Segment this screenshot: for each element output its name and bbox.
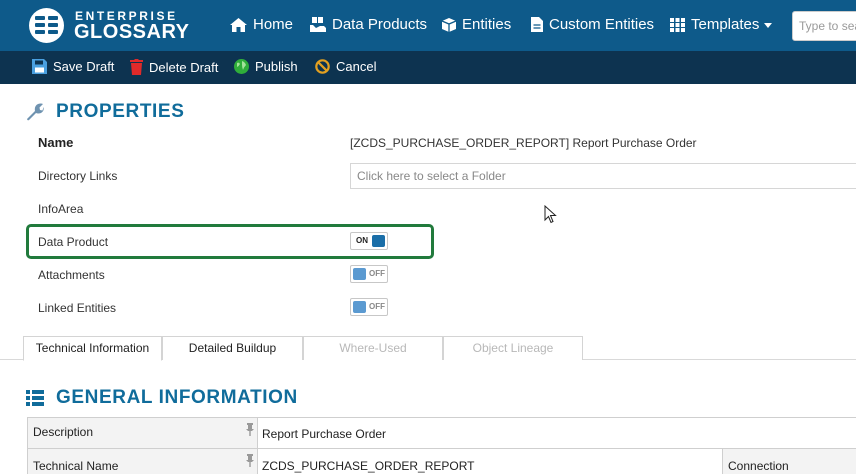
logo-mark-icon [29,8,64,43]
attachments-toggle[interactable]: OFF [350,265,388,283]
attachments-toggle-text: OFF [369,269,385,278]
directory-folder-picker[interactable]: Click here to select a Folder [350,163,856,189]
linked-entities-toggle[interactable]: OFF [350,298,388,316]
nav-custom-entities-label: Custom Entities [549,16,655,33]
attachments-label: Attachments [38,268,105,282]
enterprise-glossary-logo[interactable]: ENTERPRISE GLOSSARY [29,8,189,44]
save-draft-label: Save Draft [53,59,115,74]
data-product-label: Data Product [38,235,109,249]
technical-name-label: Technical Name [33,459,119,473]
publish-button[interactable]: Publish [234,59,298,74]
pin-icon[interactable] [246,454,254,467]
tab-object-lineage: Object Lineage [443,336,583,360]
publish-label: Publish [255,59,298,74]
nav-data-products-label: Data Products [332,16,428,33]
floppy-disk-icon [32,59,47,74]
nav-entities[interactable]: Entities [442,16,511,33]
nav-custom-entities[interactable]: Custom Entities [531,16,654,33]
name-label: Name [38,135,74,150]
description-label: Description [33,425,94,439]
description-value: Report Purchase Order [262,427,387,441]
caret-down-icon [764,23,773,28]
description-label-cell: Description [27,417,258,449]
nav-data-products[interactable]: Data Products [310,16,427,33]
cube-icon [442,17,456,32]
list-icon [26,390,44,406]
delete-draft-button[interactable]: Delete Draft [130,59,218,75]
save-draft-button[interactable]: Save Draft [32,59,114,74]
delete-draft-label: Delete Draft [149,59,219,75]
trash-icon [130,59,143,75]
name-value: [ZCDS_PURCHASE_ORDER_REPORT] Report Purc… [350,136,697,150]
nav-entities-label: Entities [462,16,512,33]
general-information-heading: GENERAL INFORMATION [26,387,298,409]
tab-detailed-buildup[interactable]: Detailed Buildup [162,336,303,360]
toggle-knob [353,301,366,313]
data-product-toggle-text: ON [356,236,368,245]
nav-home-label: Home [253,16,294,33]
properties-title: PROPERTIES [56,101,185,122]
top-navbar: ENTERPRISE GLOSSARY Home Data Products E… [0,0,856,51]
globe-icon [234,59,249,74]
linked-entities-label: Linked Entities [38,301,117,315]
ban-icon [315,59,330,74]
general-information-title: GENERAL INFORMATION [56,387,298,408]
action-toolbar: Save Draft Delete Draft Publish Cancel [0,51,856,84]
data-products-icon [310,17,326,32]
connection-label: Connection [728,459,789,473]
cancel-label: Cancel [336,59,377,74]
toggle-knob [353,268,366,280]
pin-icon[interactable] [246,423,254,436]
properties-heading: PROPERTIES [26,101,184,123]
wrench-icon [27,103,44,121]
toggle-knob [372,235,385,247]
file-icon [531,17,543,32]
connection-label-cell: Connection [722,448,856,474]
home-icon [230,17,247,32]
search-input[interactable] [792,11,856,41]
brand-line2: GLOSSARY [74,21,190,43]
technical-name-value-cell[interactable]: ZCDS_PURCHASE_ORDER_REPORT [257,448,723,474]
nav-templates-label: Templates [691,16,760,33]
nav-home[interactable]: Home [230,16,293,33]
technical-name-value: ZCDS_PURCHASE_ORDER_REPORT [262,459,475,473]
linked-entities-toggle-text: OFF [369,302,385,311]
directory-links-label: Directory Links [38,169,118,183]
data-product-toggle[interactable]: ON [350,232,388,250]
grid-icon [670,17,685,32]
mouse-cursor-icon [544,205,557,224]
tab-technical-information[interactable]: Technical Information [23,336,162,361]
technical-name-label-cell: Technical Name [27,448,258,474]
cancel-button[interactable]: Cancel [315,59,376,74]
tab-where-used: Where-Used [303,336,443,360]
description-value-cell[interactable]: Report Purchase Order [257,417,856,449]
nav-templates-dropdown[interactable]: Templates [670,16,773,33]
infoarea-label: InfoArea [38,202,84,216]
